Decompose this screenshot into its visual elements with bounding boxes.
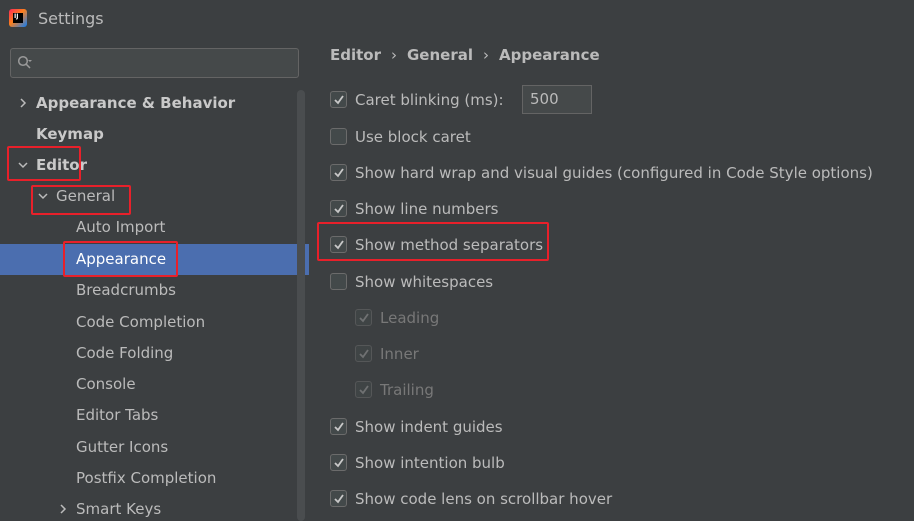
whitespaces-checkbox[interactable] (330, 273, 347, 290)
tree-item-console[interactable]: Console (0, 369, 309, 400)
tree-item-label: Smart Keys (76, 500, 162, 518)
tree-item-editor-tabs[interactable]: Editor Tabs (0, 400, 309, 431)
tree-item-smart-keys[interactable]: Smart Keys (0, 494, 309, 521)
caret-blinking-checkbox[interactable] (330, 91, 347, 108)
tree-item-keymap[interactable]: Keymap (0, 119, 309, 150)
option-label: Leading (380, 309, 440, 327)
option-label: Use block caret (355, 128, 471, 146)
tree-item-label: Code Folding (76, 344, 174, 362)
breadcrumb: Editor › General › Appearance (330, 46, 600, 64)
hard-wrap-checkbox[interactable] (330, 164, 347, 181)
block-caret-checkbox[interactable] (330, 128, 347, 145)
option-label: Show intention bulb (355, 454, 505, 472)
code-lens-checkbox[interactable] (330, 490, 347, 507)
tree-item-postfix-completion[interactable]: Postfix Completion (0, 463, 309, 494)
chevron-right-icon: › (391, 46, 397, 64)
chevron-right-icon: › (483, 46, 489, 64)
sidebar-scrollbar[interactable] (297, 90, 305, 521)
settings-content: Editor › General › Appearance Caret blin… (310, 38, 914, 521)
option-label: Trailing (380, 381, 434, 399)
indent-guides-checkbox[interactable] (330, 418, 347, 435)
tree-item-label: Appearance (76, 250, 167, 268)
chevron-right-icon[interactable] (18, 98, 28, 108)
option-label: Show hard wrap and visual guides (config… (355, 164, 873, 182)
option-label: Inner (380, 345, 419, 363)
tree-item-label: Code Completion (76, 313, 206, 331)
breadcrumb-item[interactable]: Editor (330, 46, 381, 64)
tree-item-appearance[interactable]: Appearance (0, 244, 309, 275)
tree-item-code-folding[interactable]: Code Folding (0, 338, 309, 369)
option-label: Show line numbers (355, 200, 499, 218)
chevron-down-icon[interactable] (18, 160, 28, 170)
option-label: Show indent guides (355, 418, 503, 436)
window-title: Settings (38, 9, 104, 28)
tree-item-appearance-behavior[interactable]: Appearance & Behavior (0, 88, 309, 119)
tree-item-gutter-icons[interactable]: Gutter Icons (0, 432, 309, 463)
intellij-logo-icon: IJ (9, 9, 27, 27)
tree-item-label: Editor (36, 156, 87, 174)
tree-item-label: Appearance & Behavior (36, 94, 236, 112)
breadcrumb-item[interactable]: General (407, 46, 473, 64)
option-label: Show method separators (355, 236, 544, 254)
tree-item-general[interactable]: General (0, 181, 309, 212)
tree-item-editor[interactable]: Editor (0, 150, 309, 181)
leading-checkbox (355, 309, 372, 326)
inner-checkbox (355, 345, 372, 362)
chevron-down-icon[interactable] (38, 191, 48, 201)
line-numbers-checkbox[interactable] (330, 200, 347, 217)
chevron-right-icon[interactable] (58, 504, 68, 514)
intention-bulb-checkbox[interactable] (330, 454, 347, 471)
breadcrumb-item[interactable]: Appearance (499, 46, 600, 64)
tree-item-label: Keymap (36, 125, 104, 143)
tree-item-breadcrumbs[interactable]: Breadcrumbs (0, 275, 309, 306)
search-icon (17, 55, 32, 69)
settings-sidebar: Appearance & Behavior Keymap Editor Gene… (0, 38, 309, 521)
option-label: Caret blinking (ms): (355, 91, 504, 109)
tree-item-label: General (56, 187, 116, 205)
title-bar: IJ Settings (0, 0, 914, 38)
tree-item-label: Editor Tabs (76, 406, 159, 424)
tree-item-code-completion[interactable]: Code Completion (0, 307, 309, 338)
search-input[interactable] (10, 48, 299, 78)
tree-item-label: Auto Import (76, 218, 166, 236)
tree-item-auto-import[interactable]: Auto Import (0, 212, 309, 243)
tree-item-label: Gutter Icons (76, 438, 169, 456)
tree-item-label: Postfix Completion (76, 469, 217, 487)
method-separators-checkbox[interactable] (330, 236, 347, 253)
tree-item-label: Breadcrumbs (76, 281, 176, 299)
trailing-checkbox (355, 381, 372, 398)
option-label: Show code lens on scrollbar hover (355, 490, 613, 508)
option-label: Show whitespaces (355, 273, 494, 291)
tree-item-label: Console (76, 375, 136, 393)
caret-blinking-input[interactable]: 500 (522, 85, 592, 114)
